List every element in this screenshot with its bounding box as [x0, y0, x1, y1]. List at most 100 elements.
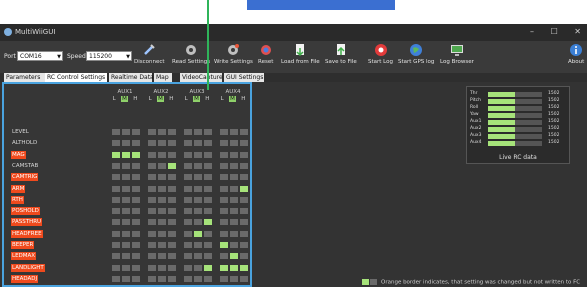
aux-checkbox[interactable]: [204, 185, 212, 192]
aux-checkbox[interactable]: [240, 219, 248, 226]
aux-checkbox[interactable]: [204, 140, 212, 147]
aux-checkbox[interactable]: [184, 230, 192, 237]
aux-checkbox[interactable]: [240, 242, 248, 248]
aux-checkbox[interactable]: [148, 264, 156, 271]
aux-checkbox[interactable]: [184, 196, 192, 203]
aux-checkbox[interactable]: [168, 264, 176, 271]
aux-checkbox[interactable]: [204, 230, 212, 237]
aux-checkbox[interactable]: [132, 140, 140, 147]
aux-checkbox[interactable]: [158, 264, 166, 271]
aux-checkbox[interactable]: [230, 230, 238, 237]
aux-checkbox[interactable]: [204, 253, 212, 260]
aux-checkbox[interactable]: [204, 129, 212, 135]
aux-checkbox[interactable]: [184, 185, 192, 192]
aux-checkbox[interactable]: [194, 253, 202, 260]
aux-checkbox[interactable]: [230, 162, 238, 169]
aux-checkbox[interactable]: [240, 185, 248, 192]
aux-checkbox[interactable]: [194, 242, 202, 248]
aux-checkbox[interactable]: [240, 264, 248, 271]
aux-checkbox[interactable]: [168, 219, 176, 226]
aux-checkbox[interactable]: [122, 196, 130, 203]
aux-checkbox[interactable]: [112, 242, 120, 248]
aux-checkbox[interactable]: [122, 185, 130, 192]
aux-checkbox[interactable]: [158, 219, 166, 226]
aux-checkbox[interactable]: [220, 275, 228, 282]
aux-checkbox[interactable]: [194, 140, 202, 147]
tab-videocapture[interactable]: VideoCapture: [180, 73, 223, 82]
aux-checkbox[interactable]: [158, 230, 166, 237]
aux-checkbox[interactable]: [194, 185, 202, 192]
aux-checkbox[interactable]: [240, 162, 248, 169]
aux-checkbox[interactable]: [240, 174, 248, 181]
tab-realtime-data[interactable]: Realtime Data: [109, 73, 154, 82]
aux-checkbox[interactable]: [148, 151, 156, 158]
tab-rc-control-settings[interactable]: RC Control Settings: [45, 73, 107, 82]
speed-select[interactable]: 115200 ▼: [86, 51, 132, 61]
aux-checkbox[interactable]: [194, 129, 202, 135]
aux-checkbox[interactable]: [148, 208, 156, 215]
aux-checkbox[interactable]: [230, 242, 238, 248]
aux-checkbox[interactable]: [158, 185, 166, 192]
aux-checkbox[interactable]: [148, 174, 156, 181]
tab-map[interactable]: Map: [154, 73, 172, 82]
aux-checkbox[interactable]: [148, 185, 156, 192]
aux-checkbox[interactable]: [148, 140, 156, 147]
tab-parameters[interactable]: Parameters: [4, 73, 45, 82]
aux-checkbox[interactable]: [148, 129, 156, 135]
save-to-file-button[interactable]: Save to File: [325, 43, 357, 65]
aux-checkbox[interactable]: [132, 253, 140, 260]
close-button[interactable]: ✕: [574, 27, 581, 36]
aux-checkbox[interactable]: [112, 275, 120, 282]
aux-checkbox[interactable]: [122, 208, 130, 215]
aux-checkbox[interactable]: [204, 208, 212, 215]
aux-checkbox[interactable]: [148, 253, 156, 260]
aux-checkbox[interactable]: [168, 242, 176, 248]
about-button[interactable]: About: [568, 43, 584, 65]
aux-checkbox[interactable]: [122, 275, 130, 282]
aux-checkbox[interactable]: [122, 151, 130, 158]
aux-checkbox[interactable]: [204, 264, 212, 271]
aux-checkbox[interactable]: [184, 208, 192, 215]
maximize-button[interactable]: ☐: [551, 27, 558, 36]
log-browser-button[interactable]: Log Browser: [440, 43, 474, 65]
aux-checkbox[interactable]: [220, 162, 228, 169]
aux-checkbox[interactable]: [168, 275, 176, 282]
aux-checkbox[interactable]: [168, 174, 176, 181]
aux-checkbox[interactable]: [168, 253, 176, 260]
aux-checkbox[interactable]: [230, 185, 238, 192]
aux-checkbox[interactable]: [240, 151, 248, 158]
aux-checkbox[interactable]: [168, 230, 176, 237]
aux-checkbox[interactable]: [220, 230, 228, 237]
aux-checkbox[interactable]: [230, 140, 238, 147]
aux-checkbox[interactable]: [112, 129, 120, 135]
aux-checkbox[interactable]: [132, 275, 140, 282]
aux-checkbox[interactable]: [240, 129, 248, 135]
aux-checkbox[interactable]: [194, 230, 202, 237]
read-settings-button[interactable]: Read Settings: [172, 43, 210, 65]
minimize-button[interactable]: –: [530, 27, 534, 36]
aux-checkbox[interactable]: [132, 185, 140, 192]
aux-checkbox[interactable]: [168, 196, 176, 203]
aux-checkbox[interactable]: [158, 151, 166, 158]
aux-checkbox[interactable]: [132, 196, 140, 203]
aux-checkbox[interactable]: [184, 151, 192, 158]
aux-checkbox[interactable]: [168, 162, 176, 169]
aux-checkbox[interactable]: [240, 253, 248, 260]
aux-checkbox[interactable]: [230, 151, 238, 158]
aux-checkbox[interactable]: [220, 264, 228, 271]
aux-checkbox[interactable]: [158, 242, 166, 248]
aux-checkbox[interactable]: [122, 242, 130, 248]
port-select[interactable]: COM16 ▼: [17, 51, 63, 61]
aux-checkbox[interactable]: [112, 185, 120, 192]
aux-checkbox[interactable]: [132, 208, 140, 215]
aux-checkbox[interactable]: [148, 230, 156, 237]
aux-checkbox[interactable]: [204, 162, 212, 169]
aux-checkbox[interactable]: [148, 242, 156, 248]
aux-checkbox[interactable]: [194, 196, 202, 203]
aux-checkbox[interactable]: [240, 208, 248, 215]
aux-checkbox[interactable]: [220, 208, 228, 215]
aux-checkbox[interactable]: [158, 140, 166, 147]
aux-checkbox[interactable]: [132, 151, 140, 158]
start-gps-log-button[interactable]: Start GPS log: [398, 43, 434, 65]
aux-checkbox[interactable]: [220, 196, 228, 203]
